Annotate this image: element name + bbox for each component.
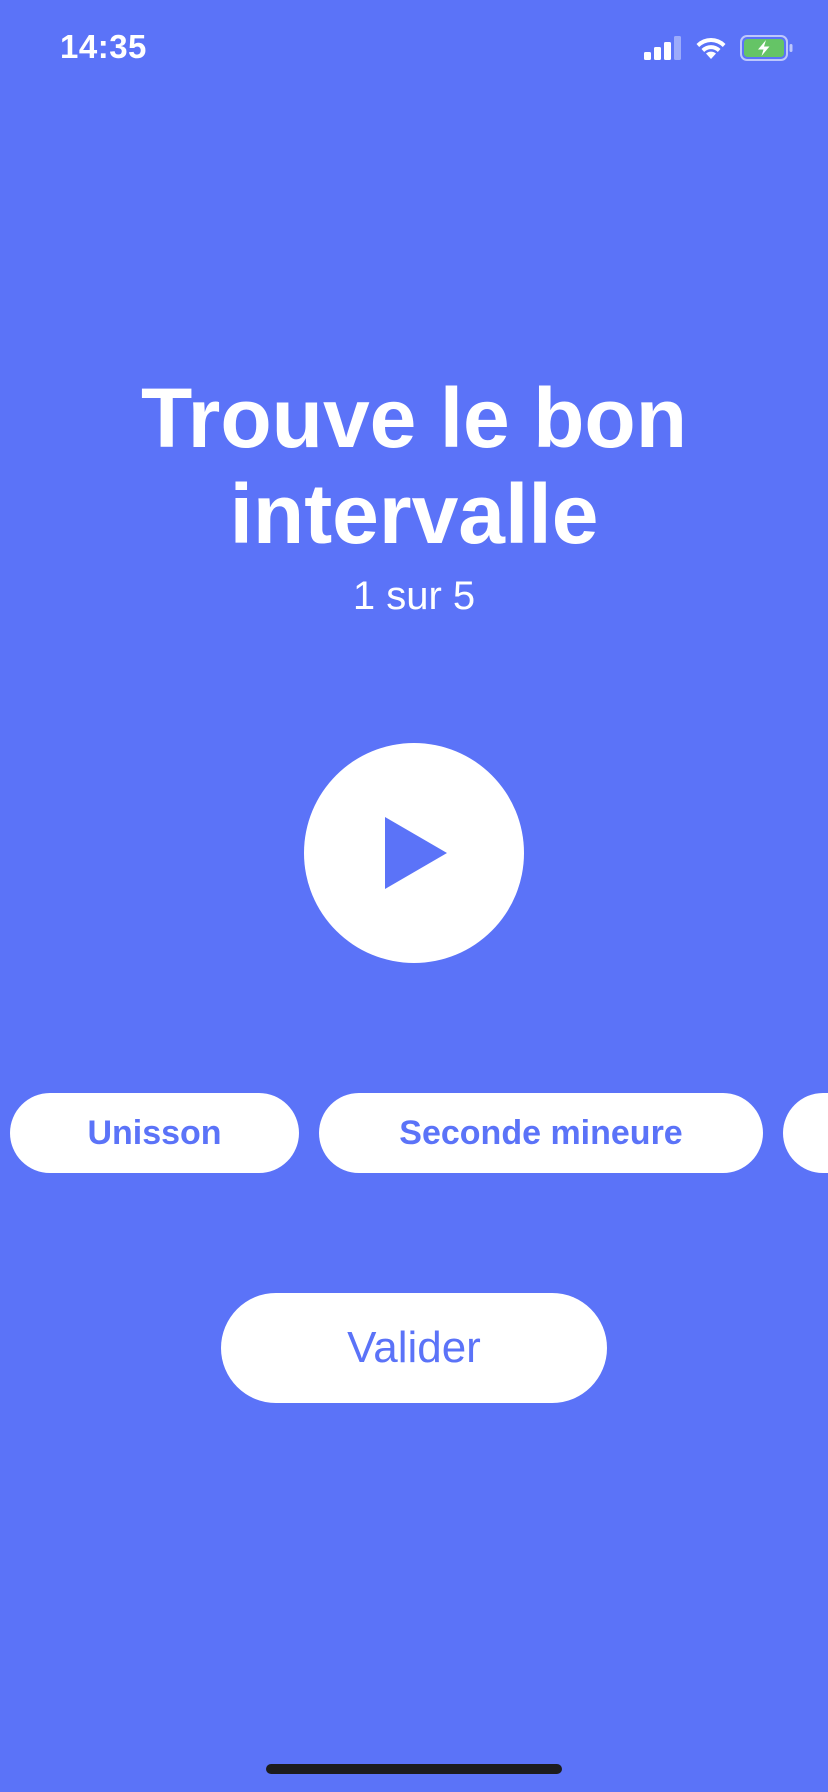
interval-options[interactable]: Unisson Seconde mineure bbox=[0, 1093, 828, 1173]
validate-button[interactable]: Valider bbox=[221, 1293, 607, 1403]
cellular-signal-icon bbox=[644, 35, 682, 65]
status-time: 14:35 bbox=[60, 28, 147, 65]
question-progress: 1 sur 5 bbox=[352, 574, 476, 618]
page-title: Trouve le bon intervalle bbox=[0, 370, 828, 562]
status-bar: 14:35 bbox=[0, 0, 828, 100]
battery-charging-icon bbox=[740, 34, 794, 66]
option-seconde-mineure[interactable]: Seconde mineure bbox=[319, 1093, 763, 1173]
option-next-partial[interactable] bbox=[783, 1093, 828, 1173]
play-icon bbox=[385, 817, 447, 889]
wifi-icon bbox=[694, 35, 728, 66]
status-icons bbox=[644, 34, 794, 66]
option-unisson[interactable]: Unisson bbox=[10, 1093, 299, 1173]
title-line-2: intervalle bbox=[229, 467, 599, 561]
play-button[interactable] bbox=[304, 743, 524, 963]
title-line-1: Trouve le bon bbox=[140, 371, 688, 465]
home-indicator bbox=[266, 1764, 562, 1774]
